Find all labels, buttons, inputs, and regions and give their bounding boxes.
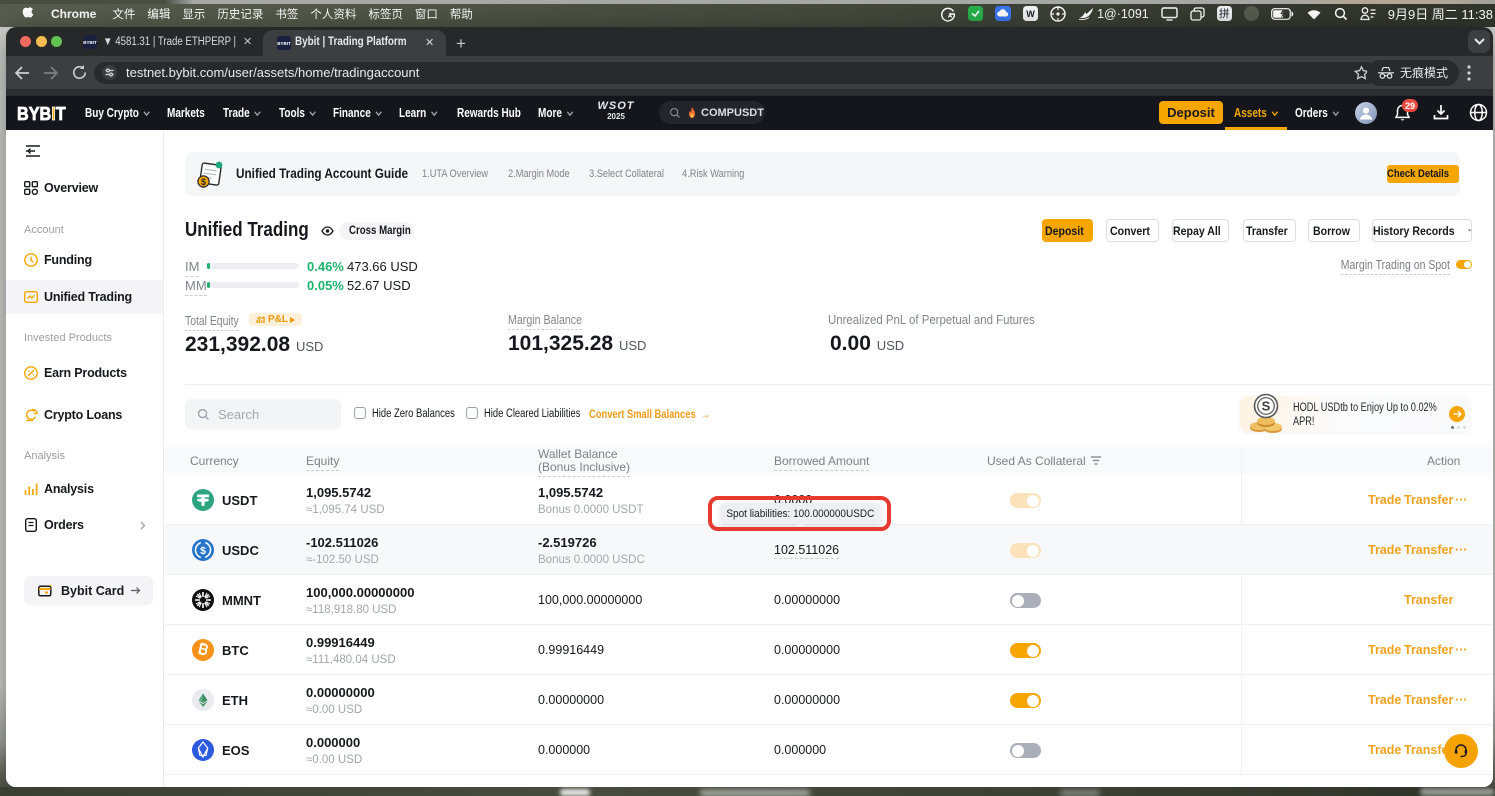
- svg-text:$: $: [201, 177, 206, 187]
- svg-text:W: W: [1026, 9, 1035, 19]
- svg-text:$: $: [200, 545, 206, 557]
- svg-text:S: S: [1262, 399, 1271, 414]
